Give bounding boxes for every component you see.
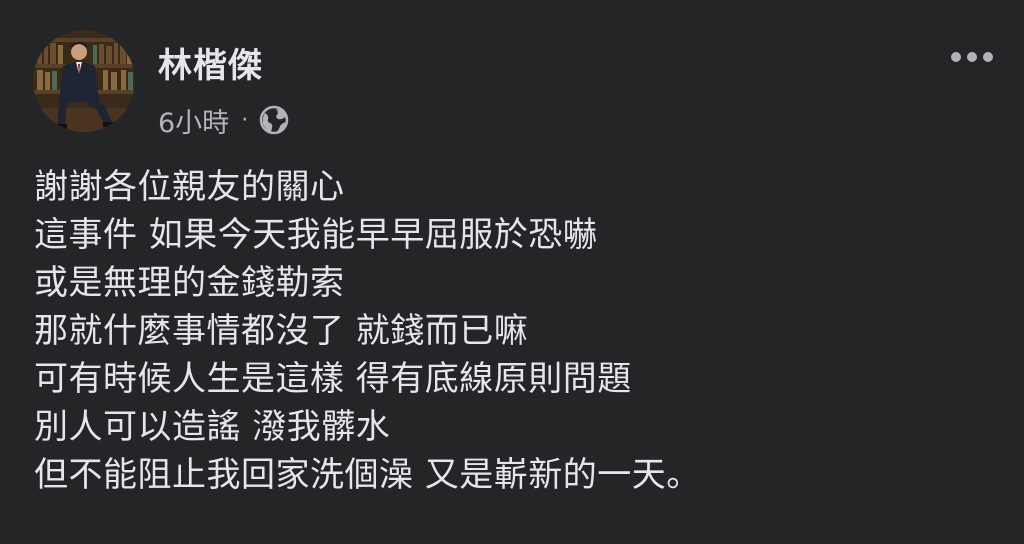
post-body: 謝謝各位親友的關心 這事件 如果今天我能早早屈服於恐嚇 或是無理的金錢勒索 那就…: [34, 163, 994, 499]
post-timestamp[interactable]: 6小時: [158, 101, 229, 140]
post-line: 謝謝各位親友的關心: [34, 167, 345, 207]
post-meta: 6小時 ·: [158, 100, 290, 140]
globe-icon[interactable]: [258, 104, 290, 136]
author-avatar[interactable]: [33, 30, 135, 132]
post-card: 林楷傑 6小時 · 謝謝各位親友的關心 這事件 如果今天我能早早屈服於恐嚇 或是…: [0, 0, 1024, 544]
avatar-photo: [33, 30, 135, 132]
post-line: 那就什麼事情都沒了 就錢而已嘛: [34, 311, 529, 351]
more-options-icon: [951, 52, 993, 62]
meta-separator: ·: [241, 107, 249, 133]
post-line: 可有時候人生是這樣 得有底線原則問題: [34, 359, 632, 399]
post-line: 這事件 如果今天我能早早屈服於恐嚇: [34, 215, 598, 255]
post-line: 但不能阻止我回家洗個澡 又是嶄新的一天。: [34, 455, 701, 495]
author-name[interactable]: 林楷傑: [158, 44, 263, 88]
more-options-button[interactable]: [946, 40, 998, 74]
post-line: 別人可以造謠 潑我髒水: [34, 407, 391, 447]
post-line: 或是無理的金錢勒索: [34, 263, 345, 303]
